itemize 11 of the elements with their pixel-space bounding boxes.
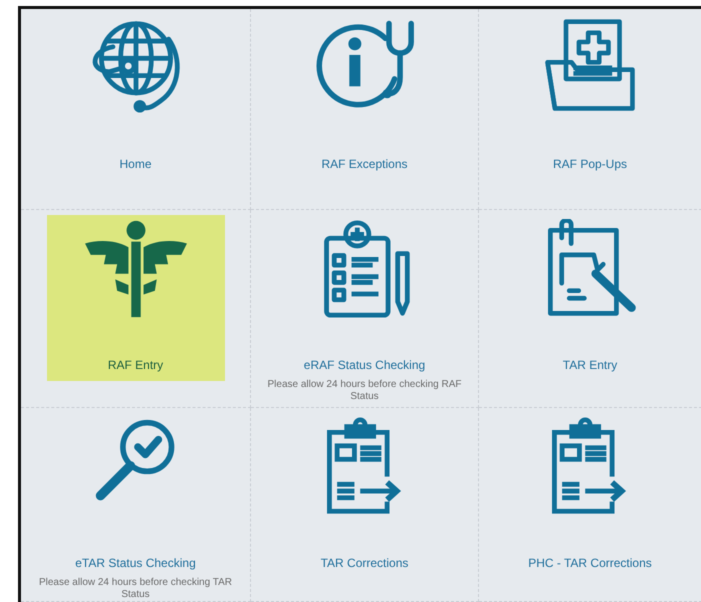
menu-tile[interactable]: Home: [46, 14, 224, 180]
menu-tile[interactable]: RAF Pop-Ups: [501, 14, 679, 180]
menu-tile[interactable]: RAF Entry: [46, 215, 224, 381]
menu-tile[interactable]: RAF Exceptions: [276, 14, 454, 180]
tile-note: Please allow 24 hours before checking TAR Status: [38, 577, 234, 601]
menu-tile[interactable]: TAR Entry: [501, 215, 679, 381]
menu-tile[interactable]: eRAF Status Checking: [276, 215, 454, 381]
menu-tile[interactable]: eTAR Status Checking: [46, 413, 224, 579]
menu-tile[interactable]: TAR Corrections: [276, 413, 454, 579]
menu-tile[interactable]: PHC - TAR Corrections: [501, 413, 679, 579]
tile-note: Please allow 24 hours before checking RAF Status: [266, 379, 462, 403]
